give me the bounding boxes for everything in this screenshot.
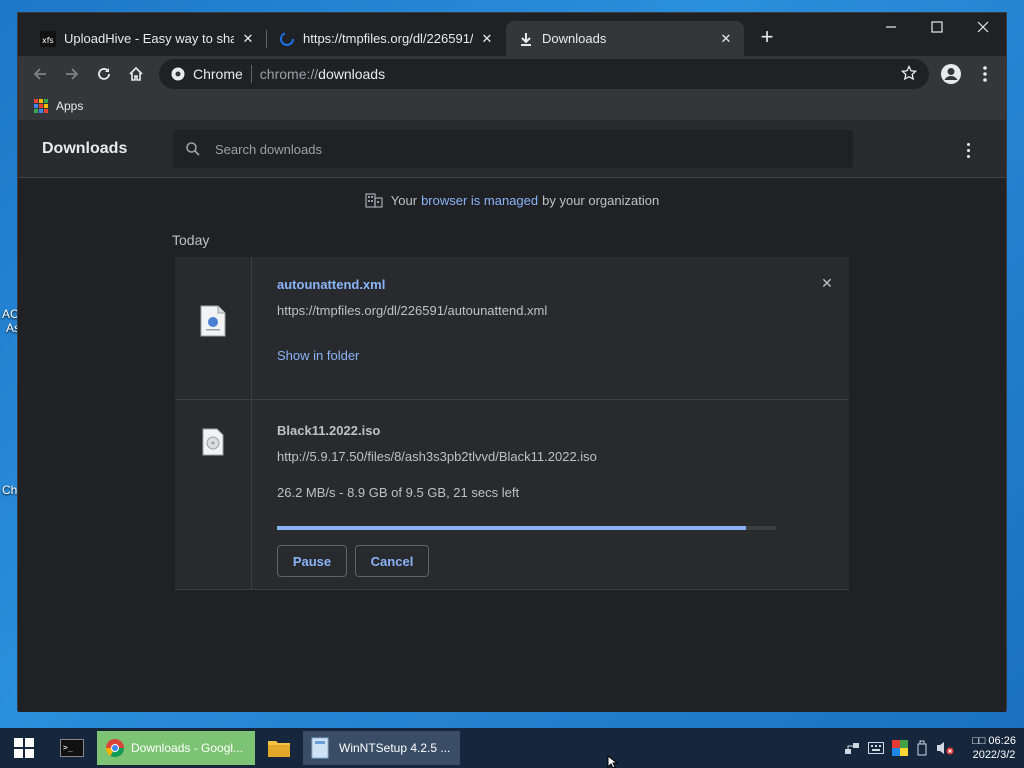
- clock-time: □□ 06:26: [972, 735, 1016, 747]
- download-filename-link[interactable]: autounattend.xml: [277, 277, 385, 292]
- network-icon[interactable]: [844, 740, 860, 756]
- close-icon[interactable]: ✕: [240, 31, 256, 47]
- taskbar-winntsetup[interactable]: WinNTSetup 4.2.5 ...: [303, 731, 460, 765]
- cancel-button[interactable]: Cancel: [355, 545, 429, 577]
- chrome-window: xfs UploadHive - Easy way to share y ✕ h…: [17, 12, 1007, 712]
- back-button[interactable]: [26, 60, 54, 88]
- close-icon[interactable]: ✕: [479, 31, 495, 47]
- apps-icon: [34, 99, 48, 113]
- managed-prefix: Your: [390, 192, 418, 208]
- color-display-icon[interactable]: [892, 740, 908, 756]
- date-section-label: Today: [172, 232, 210, 248]
- mouse-cursor-icon: [607, 755, 619, 768]
- download-item: autounattend.xml https://tmpfiles.org/dl…: [175, 257, 849, 400]
- download-status: 26.2 MB/s - 8.9 GB of 9.5 GB, 21 secs le…: [277, 485, 520, 500]
- bookmark-star-icon[interactable]: [900, 64, 918, 84]
- xml-file-icon: [200, 305, 226, 337]
- search-input[interactable]: [215, 141, 815, 157]
- file-icon-column: [175, 400, 252, 589]
- taskbar: >_ Downloads - Googl... WinNTSetup 4.2.5…: [0, 728, 1024, 768]
- start-button[interactable]: [4, 731, 44, 765]
- more-actions-icon[interactable]: [958, 140, 978, 160]
- chrome-icon: [171, 67, 185, 81]
- chrome-icon: [106, 739, 124, 758]
- svg-text:xfs: xfs: [42, 36, 54, 45]
- downloads-page: Downloads Your browser is managed by you…: [18, 120, 1006, 712]
- taskbar-terminal[interactable]: >_: [54, 731, 90, 765]
- system-tray: □□ 06:26 2022/3/2: [844, 728, 1024, 768]
- setup-icon: [311, 737, 329, 759]
- managed-notice: Your browser is managed by your organiza…: [18, 192, 1006, 208]
- tab-tmpfiles[interactable]: https://tmpfiles.org/dl/226591/au ✕: [267, 21, 505, 56]
- address-bar[interactable]: Chrome chrome://downloads: [159, 59, 929, 89]
- show-in-folder-link[interactable]: Show in folder: [277, 348, 359, 363]
- terminal-icon: >_: [60, 739, 84, 757]
- search-icon: [186, 142, 200, 156]
- tab-uploadhive[interactable]: xfs UploadHive - Easy way to share y ✕: [28, 21, 266, 56]
- taskbar-winntsetup-label: WinNTSetup 4.2.5 ...: [339, 741, 451, 755]
- file-icon-column: [175, 257, 252, 399]
- taskbar-chrome-label: Downloads - Googl...: [131, 741, 244, 755]
- tab-title: UploadHive - Easy way to share y: [64, 31, 234, 46]
- tab-downloads[interactable]: Downloads ✕: [506, 21, 744, 56]
- folder-icon: [268, 741, 290, 757]
- profile-avatar-icon[interactable]: [937, 60, 965, 88]
- tab-title: https://tmpfiles.org/dl/226591/au: [303, 31, 473, 46]
- downloads-header: Downloads: [18, 120, 1006, 178]
- keyboard-icon[interactable]: [868, 742, 884, 754]
- pause-button[interactable]: Pause: [277, 545, 347, 577]
- usb-drive-icon[interactable]: [916, 740, 928, 756]
- search-box[interactable]: [173, 130, 853, 168]
- xfs-icon: xfs: [40, 30, 56, 47]
- site-chip[interactable]: Chrome: [171, 65, 252, 83]
- download-url[interactable]: http://5.9.17.50/files/8/ash3s3pb2tlvvd/…: [277, 449, 597, 464]
- home-button[interactable]: [122, 60, 150, 88]
- minimize-button[interactable]: [868, 13, 914, 41]
- managed-link[interactable]: browser is managed: [421, 193, 538, 208]
- remove-download-icon[interactable]: ✕: [819, 275, 835, 291]
- download-filename: Black11.2022.iso: [277, 423, 381, 438]
- taskbar-explorer[interactable]: [261, 731, 297, 765]
- windows-icon: [14, 738, 34, 758]
- download-progress-bar: [277, 526, 776, 530]
- forward-button[interactable]: [58, 60, 86, 88]
- close-icon[interactable]: ✕: [718, 31, 734, 47]
- tab-strip: xfs UploadHive - Easy way to share y ✕ h…: [18, 13, 1006, 56]
- download-icon: [518, 31, 534, 47]
- reload-button[interactable]: [90, 60, 118, 88]
- toolbar: Chrome chrome://downloads: [18, 56, 1006, 92]
- volume-muted-icon[interactable]: [936, 740, 954, 756]
- bookmarks-bar: Apps: [18, 92, 1006, 120]
- managed-suffix: by your organization: [542, 192, 660, 208]
- clock-date: 2022/3/2: [972, 749, 1016, 761]
- close-window-button[interactable]: [960, 13, 1006, 41]
- tab-title: Downloads: [542, 31, 607, 46]
- new-tab-button[interactable]: +: [756, 26, 778, 49]
- loading-icon: [279, 31, 295, 47]
- desktop-label-ch: Ch: [2, 483, 18, 497]
- url-host: downloads: [318, 66, 386, 82]
- apps-bookmark[interactable]: Apps: [56, 99, 83, 113]
- download-progress-fill: [277, 526, 747, 530]
- page-title: Downloads: [42, 140, 128, 157]
- svg-text:>_: >_: [63, 743, 73, 752]
- taskbar-chrome[interactable]: Downloads - Googl...: [97, 731, 255, 765]
- maximize-button[interactable]: [914, 13, 960, 41]
- clock[interactable]: □□ 06:26 2022/3/2: [964, 734, 1024, 762]
- disc-image-file-icon: [202, 428, 224, 456]
- download-item: Black11.2022.iso http://5.9.17.50/files/…: [175, 400, 849, 590]
- download-url[interactable]: https://tmpfiles.org/dl/226591/autounatt…: [277, 303, 547, 318]
- site-chip-label: Chrome: [193, 66, 243, 82]
- building-icon: [365, 193, 383, 208]
- url-scheme: chrome://: [259, 66, 319, 82]
- chrome-menu-button[interactable]: [971, 60, 999, 88]
